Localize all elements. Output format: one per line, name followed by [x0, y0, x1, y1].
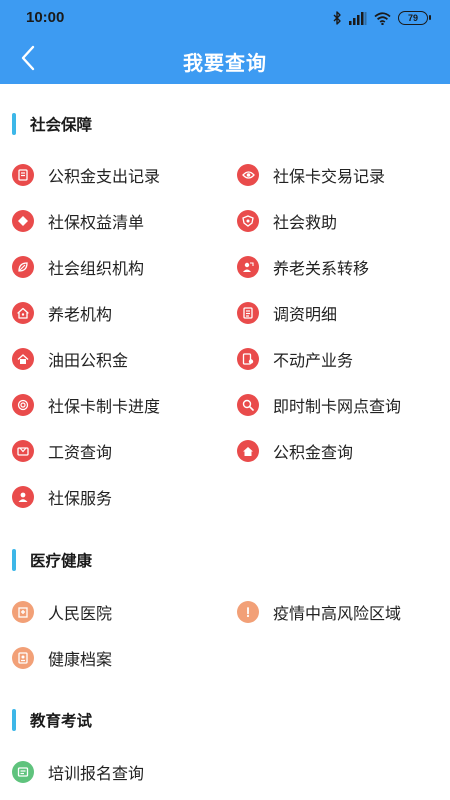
wifi-icon: [374, 11, 391, 25]
section-title: 医疗健康: [30, 552, 93, 570]
status-bar: 10:00 79: [0, 0, 450, 36]
item-label: 社会组织机构: [48, 259, 145, 278]
item-label: 养老关系转移: [273, 259, 370, 278]
diamond-icon: [12, 210, 34, 232]
alert-icon: [237, 601, 259, 623]
nav-bar: 我要查询: [0, 36, 450, 84]
item-elderly-care-institution[interactable]: 养老机构: [12, 298, 112, 328]
item-health-record[interactable]: 健康档案: [12, 643, 112, 673]
item-social-security-service[interactable]: 社保服务: [12, 482, 112, 512]
item-epidemic-risk-area[interactable]: 疫情中高风险区域: [237, 597, 401, 627]
status-icons: 79: [333, 9, 431, 27]
section-title: 社会保障: [30, 116, 93, 134]
eye-icon: [237, 164, 259, 186]
item-housing-fund-query[interactable]: 公积金查询: [237, 436, 353, 466]
page-title: 我要查询: [183, 51, 267, 75]
training-icon: [12, 761, 34, 783]
leaf-icon: [12, 256, 34, 278]
item-label: 社保卡制卡进度: [48, 397, 161, 416]
item-peoples-hospital[interactable]: 人民医院: [12, 597, 112, 627]
item-label: 社保服务: [48, 489, 113, 508]
item-training-registration-query[interactable]: 培训报名查询: [12, 757, 144, 787]
wallet-icon: [12, 440, 34, 462]
item-label: 社保卡交易记录: [273, 167, 386, 186]
section-accent-bar: [12, 549, 16, 571]
health-record-icon: [12, 647, 34, 669]
section-header-education-exam: 教育考试: [12, 707, 92, 733]
item-pension-transfer[interactable]: 养老关系转移: [237, 252, 369, 282]
status-time: 10:00: [26, 9, 65, 26]
item-label: 油田公积金: [48, 351, 129, 370]
section-accent-bar: [12, 709, 16, 731]
document-icon: [12, 164, 34, 186]
item-label: 公积金查询: [273, 443, 354, 462]
section-accent-bar: [12, 113, 16, 135]
item-label: 养老机构: [48, 305, 113, 324]
item-label: 健康档案: [48, 650, 113, 669]
item-instant-card-outlet-query[interactable]: 即时制卡网点查询: [237, 390, 401, 420]
home-icon: [12, 302, 34, 324]
item-card-transaction-record[interactable]: 社保卡交易记录: [237, 160, 385, 190]
item-salary-query[interactable]: 工资查询: [12, 436, 112, 466]
bluetooth-icon: [333, 11, 342, 25]
item-salary-adjustment-detail[interactable]: 调资明细: [237, 298, 337, 328]
item-fund-expense-record[interactable]: 公积金支出记录: [12, 160, 160, 190]
property-document-icon: [237, 348, 259, 370]
item-label: 即时制卡网点查询: [273, 397, 402, 416]
person-transfer-icon: [237, 256, 259, 278]
item-label: 社会救助: [273, 213, 338, 232]
query-list: 社会保障 公积金支出记录 社保卡交易记录 社保权益清单 社会救助 社会组织机构: [0, 84, 450, 800]
battery-level: 79: [407, 13, 418, 23]
item-label: 工资查询: [48, 443, 113, 462]
home-fund-icon: [12, 348, 34, 370]
signal-icon: [349, 11, 367, 25]
item-label: 培训报名查询: [48, 764, 145, 783]
item-oilfield-housing-fund[interactable]: 油田公积金: [12, 344, 128, 374]
section-header-social-security: 社会保障: [12, 111, 92, 137]
shield-icon: [237, 210, 259, 232]
item-label: 调资明细: [273, 305, 338, 324]
list-icon: [237, 302, 259, 324]
item-card-production-progress[interactable]: 社保卡制卡进度: [12, 390, 160, 420]
house-fund-icon: [237, 440, 259, 462]
item-rights-list[interactable]: 社保权益清单: [12, 206, 144, 236]
item-label: 人民医院: [48, 604, 113, 623]
item-label: 社保权益清单: [48, 213, 145, 232]
item-label: 不动产业务: [273, 351, 354, 370]
section-header-medical-health: 医疗健康: [12, 547, 92, 573]
item-social-assistance[interactable]: 社会救助: [237, 206, 337, 236]
search-icon: [237, 394, 259, 416]
item-label: 公积金支出记录: [48, 167, 161, 186]
item-real-estate-business[interactable]: 不动产业务: [237, 344, 353, 374]
item-label: 疫情中高风险区域: [273, 604, 402, 623]
progress-icon: [12, 394, 34, 416]
user-icon: [12, 486, 34, 508]
battery-icon: 79: [398, 11, 431, 25]
item-social-organization[interactable]: 社会组织机构: [12, 252, 144, 282]
hospital-icon: [12, 601, 34, 623]
section-title: 教育考试: [30, 712, 93, 730]
